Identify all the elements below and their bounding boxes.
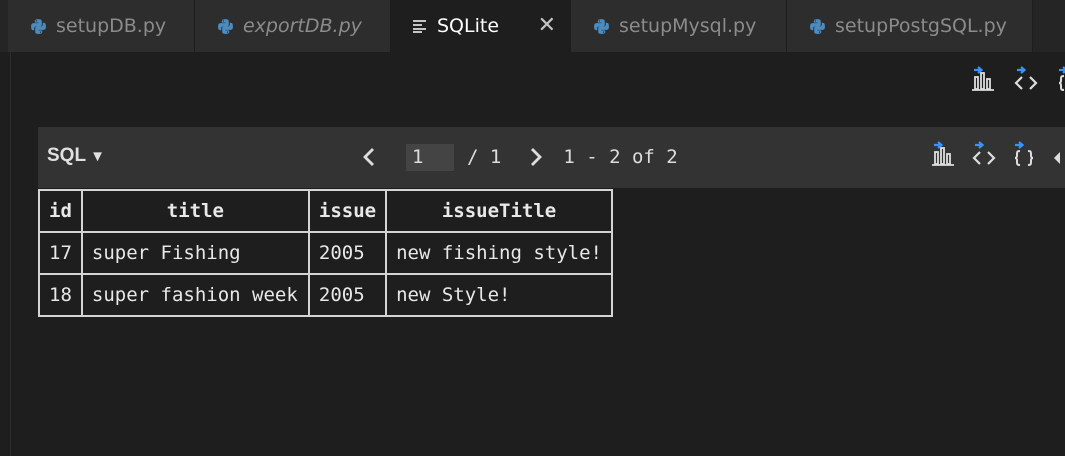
sql-mode-dropdown[interactable]: SQL ▼ [47,145,105,167]
tab-setupdb[interactable]: setupDB.py [8,0,195,52]
table-header-row: id title issue issueTitle [38,189,613,233]
table-cell[interactable]: 17 [38,231,83,275]
page-number-input[interactable] [406,143,454,171]
tab-label: setupDB.py [56,15,167,37]
tab-label: setupPostgSQL.py [835,15,1007,37]
export-json-icon[interactable] [1010,141,1038,169]
dropdown-caret-icon: ▼ [90,148,105,165]
export-chart-icon[interactable] [930,141,958,169]
preview-lines-icon [413,19,426,33]
column-header[interactable]: issue [307,189,388,233]
column-header[interactable]: id [38,189,83,233]
export-code-icon[interactable] [970,141,998,169]
python-icon [218,18,233,34]
chevron-left-icon[interactable] [360,146,380,168]
chevron-right-icon[interactable] [525,146,545,168]
table-cell[interactable]: super fashion week [80,273,310,317]
editor-left-edge [0,52,11,456]
results-toolbar: SQL▼ / 1 1 - 2 of 2 [38,127,1065,188]
tab-bar-gutter [0,0,8,52]
tab-setupmysql[interactable]: setupMysql.py [571,0,787,52]
tab-sqlite[interactable]: SQLite ✕ [391,0,571,52]
row-range: 1 - 2 of 2 [563,146,678,168]
table-cell[interactable]: 2005 [307,231,388,275]
page-total: / 1 [467,146,502,168]
sql-mode-label: SQL [47,145,87,166]
column-header[interactable]: title [80,189,310,233]
table-row: 18 super fashion week 2005 new Style! [38,273,613,317]
export-json-icon[interactable] [1054,66,1065,94]
export-code-icon[interactable] [1012,66,1040,94]
table-cell[interactable]: 18 [38,273,83,317]
top-toolbar [970,66,1065,94]
pagination: / 1 1 - 2 of 2 [360,141,678,173]
tab-label: SQLite [437,15,500,37]
table-cell[interactable]: new Style! [385,273,613,317]
python-icon [31,18,46,34]
tab-label: exportDB.py [243,15,362,37]
table-cell[interactable]: super Fishing [80,231,310,275]
tab-setuppostgsql[interactable]: setupPostgSQL.py [787,0,1033,52]
tab-exportdb[interactable]: exportDB.py [195,0,391,52]
tab-bar: setupDB.py exportDB.py SQLite ✕ setupMys… [0,0,1065,52]
table-cell[interactable]: new fishing style! [385,231,613,275]
results-export-icons [930,141,1065,169]
python-icon [810,18,825,34]
results-table: id title issue issueTitle 17 super Fishi… [38,189,613,317]
export-more-icon[interactable] [1050,141,1065,169]
table-row: 17 super Fishing 2005 new fishing style! [38,231,613,275]
tab-label: setupMysql.py [619,15,757,37]
table-cell[interactable]: 2005 [307,273,388,317]
column-header[interactable]: issueTitle [385,189,613,233]
export-chart-icon[interactable] [970,66,998,94]
python-icon [594,18,609,34]
close-icon[interactable]: ✕ [538,13,556,38]
